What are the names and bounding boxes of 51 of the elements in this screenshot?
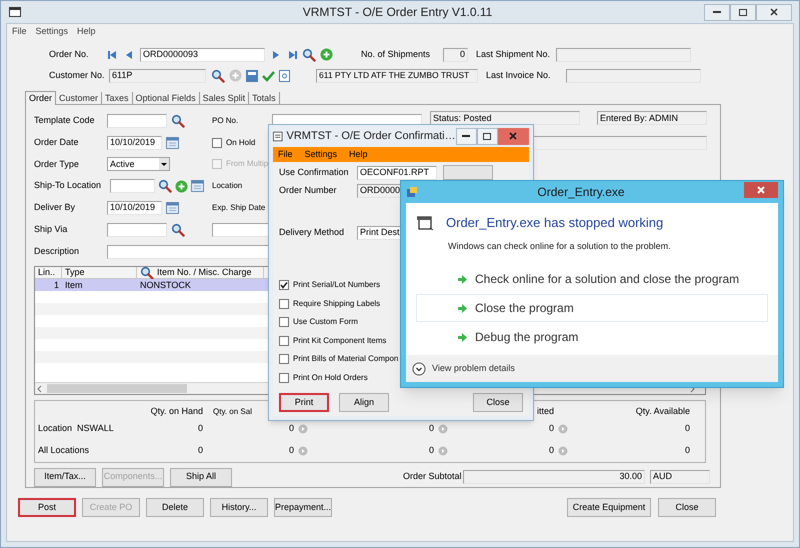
quantity-value: 0 <box>428 444 434 458</box>
quantity-value: 0 <box>198 444 203 458</box>
table-cell-text: Item <box>64 279 84 292</box>
field-label: Order Subtotal <box>403 470 463 484</box>
checkbox-label: From Multip <box>226 158 268 170</box>
checkbox-label: Print Bills of Material Compon <box>293 353 398 366</box>
field-label: Exp. Ship Date <box>212 202 266 214</box>
field-label: Deliver By <box>34 201 76 214</box>
field-label: Order No. <box>49 48 90 61</box>
field-label: Order Number <box>279 184 338 197</box>
checkbox-label: Require Shipping Labels <box>293 298 380 310</box>
field-label: Last Invoice No. <box>486 68 552 82</box>
dialog-title: Order_Entry.exe <box>536 184 626 201</box>
table-cell-text: 1 <box>52 279 60 292</box>
column-header: itted <box>536 404 554 418</box>
quantity-value: 0 <box>198 422 203 436</box>
checkbox-label: Use Custom Form <box>293 316 358 328</box>
column-header: Qty. on Sal <box>213 406 252 418</box>
field-label: Order Type <box>34 158 80 171</box>
field-label: Last Shipment No. <box>476 48 552 61</box>
field-label: No. of Shipments <box>361 48 432 61</box>
field-label: Location <box>212 180 244 192</box>
error-message: Windows can check online for a solution to the problem. <box>448 240 672 253</box>
quantity-value: 0 <box>548 422 554 436</box>
row-label: All Locations <box>38 444 90 458</box>
field-label: Ship Via <box>34 223 68 236</box>
quantity-value: 0 <box>288 444 294 458</box>
quantity-value: 0 <box>428 422 434 436</box>
checkbox-label: Print Serial/Lot Numbers <box>293 279 380 292</box>
field-label: Customer No. <box>49 68 106 82</box>
field-label: Description <box>34 244 80 258</box>
window-title: VRMTST - O/E Order Confirmati… <box>286 128 456 144</box>
column-header: Qty. on Hand <box>150 404 203 418</box>
row-label: Location NSWALL <box>38 422 115 436</box>
checkbox-label: Print On Hold Orders <box>293 372 368 384</box>
table-cell-text: NONSTOCK <box>139 279 192 292</box>
field-label: Template Code <box>34 114 96 128</box>
field-label: Use Confirmation <box>279 166 350 179</box>
checkbox-label: Print Kit Component Items <box>293 334 386 347</box>
window-title: VRMTST - O/E Order Entry V1.0.11 <box>302 4 494 21</box>
quantity-value: 0 <box>288 422 294 436</box>
field-label: PO No. <box>212 114 240 127</box>
quantity-value: 0 <box>684 422 690 436</box>
field-label: Delivery Method <box>279 226 346 239</box>
checkbox-label: On Hold <box>226 136 256 149</box>
error-heading: Order_Entry.exe has stopped working <box>446 214 664 232</box>
field-label: Order Date <box>34 136 80 149</box>
field-label: Ship-To Location <box>34 179 102 192</box>
quantity-value: 0 <box>684 444 690 458</box>
column-header: Qty. Available <box>636 404 690 418</box>
quantity-value: 0 <box>548 444 554 458</box>
